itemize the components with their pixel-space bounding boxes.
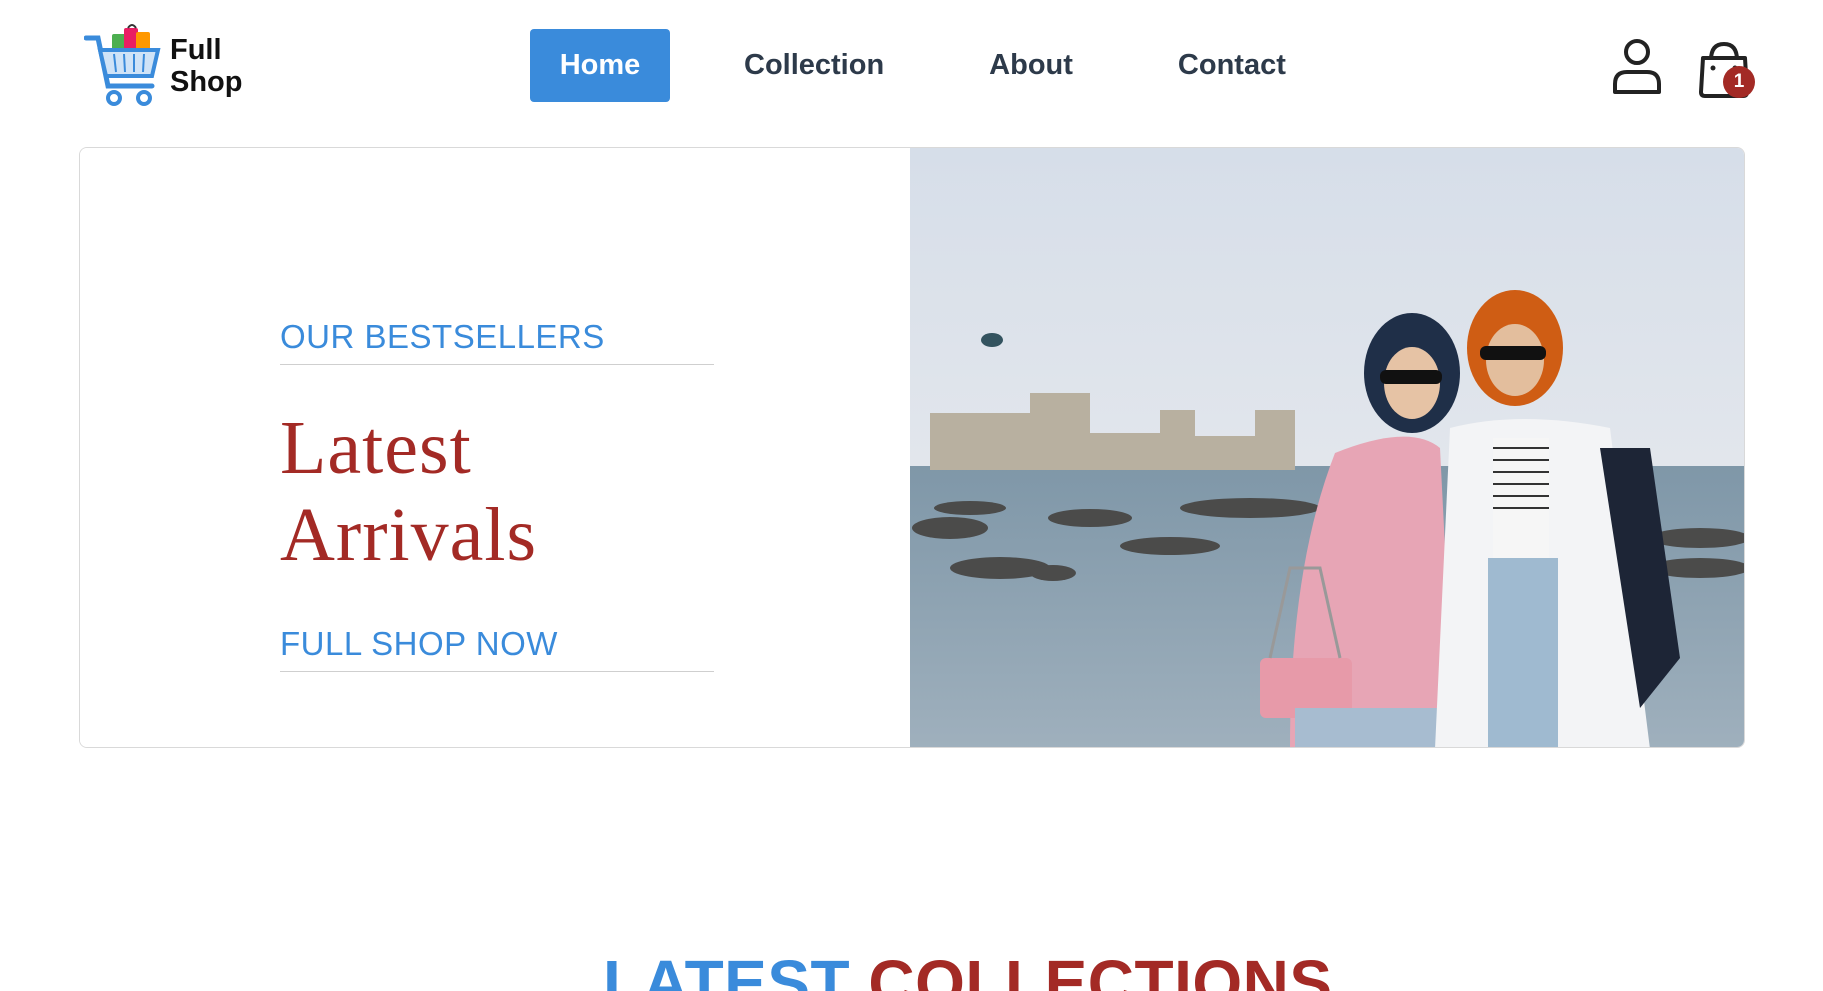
brand-name-line2: Shop — [170, 66, 243, 98]
hero-title: Latest Arrivals — [280, 406, 538, 577]
nav-collection[interactable]: Collection — [713, 29, 915, 102]
hero-banner: OUR BESTSELLERS Latest Arrivals FULL SHO… — [79, 147, 1745, 748]
hero-text-panel: OUR BESTSELLERS Latest Arrivals FULL SHO… — [80, 148, 910, 747]
cart-count-badge: 1 — [1723, 66, 1755, 98]
nav-about[interactable]: About — [958, 29, 1104, 102]
shop-now-link[interactable]: FULL SHOP NOW — [280, 625, 714, 672]
brand-name-line1: Full — [170, 34, 222, 66]
hero-image — [910, 148, 1744, 747]
page: Full Shop Home Collection About Contact … — [0, 0, 1823, 991]
nav-contact[interactable]: Contact — [1147, 29, 1317, 102]
section-title-part1: LATEST — [603, 947, 851, 991]
main-nav: Home Collection About Contact — [530, 29, 1317, 102]
hero-eyebrow: OUR BESTSELLERS — [280, 318, 714, 365]
section-title-part2: COLLECTIONS — [868, 947, 1333, 991]
latest-collections-title: LATEST COLLECTIONS — [603, 946, 1332, 991]
hero-photo — [910, 148, 1744, 747]
hero-copy: OUR BESTSELLERS Latest Arrivals FULL SHO… — [280, 318, 714, 672]
site-header: Full Shop Home Collection About Contact … — [0, 0, 1823, 130]
user-icon[interactable] — [1612, 38, 1662, 94]
brand-logo-link[interactable]: Full Shop — [84, 24, 243, 108]
brand-name: Full Shop — [170, 34, 243, 98]
shopping-cart-with-bags-icon — [84, 24, 161, 106]
nav-home[interactable]: Home — [530, 29, 670, 102]
